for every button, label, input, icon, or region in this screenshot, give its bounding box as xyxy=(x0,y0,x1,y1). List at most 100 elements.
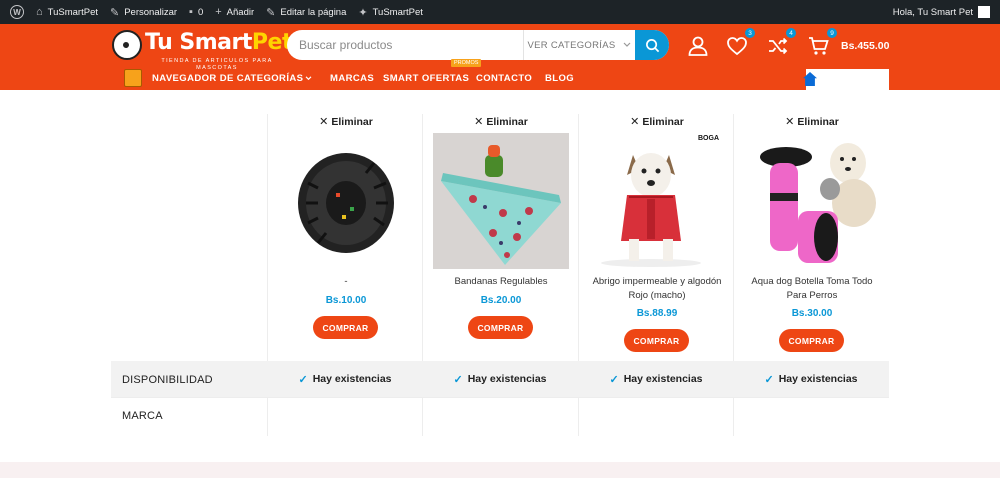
close-icon: ✕ xyxy=(785,116,795,128)
avatar xyxy=(978,6,990,18)
wishlist-count-badge: 3 xyxy=(745,28,755,38)
wordpress-menu[interactable]: W xyxy=(0,0,30,24)
pencil-icon: ✎ xyxy=(266,6,276,19)
wishlist-button[interactable]: 3 xyxy=(725,28,755,58)
check-icon: ✓ xyxy=(453,373,463,386)
buy-button[interactable]: COMPRAR xyxy=(468,316,533,339)
logo-name-part2: Pet xyxy=(251,30,293,55)
nav-link-contacto[interactable]: CONTACTO xyxy=(476,73,532,84)
comment-icon: ▪ xyxy=(189,6,193,18)
dog-raincoat-image xyxy=(589,133,725,269)
product-price: Bs.30.00 xyxy=(791,308,833,319)
shuffle-icon xyxy=(769,37,788,55)
search-input[interactable] xyxy=(287,30,523,60)
product-image-raincoat[interactable]: BOGA xyxy=(589,133,725,269)
site-name-link[interactable]: ⌂ TuSmartPet xyxy=(30,0,104,24)
search-button[interactable] xyxy=(635,30,669,60)
product-name[interactable]: - xyxy=(276,275,416,289)
brand-row-label: MARCA xyxy=(122,410,163,422)
account-button[interactable] xyxy=(686,34,710,58)
comments-link[interactable]: ▪ 0 xyxy=(183,0,209,24)
availability-cell: ✓ Hay existencias xyxy=(733,361,889,397)
bandana-image xyxy=(433,133,569,269)
remove-label: Eliminar xyxy=(797,116,839,128)
availability-cell: ✓ Hay existencias xyxy=(267,361,423,397)
plugin-link[interactable]: ✦ TuSmartPet xyxy=(352,0,429,24)
plus-icon: + xyxy=(215,6,222,18)
categories-label: NAVEGADOR DE CATEGORÍAS xyxy=(152,72,304,84)
remove-button[interactable]: ✕ Eliminar xyxy=(579,115,735,128)
remove-button[interactable]: ✕ Eliminar xyxy=(268,115,424,128)
remove-button[interactable]: ✕ Eliminar xyxy=(734,115,890,128)
wordpress-logo-icon: W xyxy=(10,5,24,19)
buy-button[interactable]: COMPRAR xyxy=(313,316,378,339)
product-price: Bs.88.99 xyxy=(636,308,678,319)
product-image-bandana[interactable] xyxy=(433,133,569,269)
buy-button[interactable]: COMPRAR xyxy=(624,329,689,352)
compare-table: ✕ Eliminar - Bs.10.00 COMPRAR ✕ Eliminar… xyxy=(0,90,1000,462)
water-bottle-image xyxy=(744,133,880,269)
remove-label: Eliminar xyxy=(331,116,373,128)
site-header: Tu SmartPet TIENDA DE ARTICULOS PARA MAS… xyxy=(0,24,1000,93)
user-icon xyxy=(688,36,708,56)
product-name[interactable]: Abrigo impermeable y algodón Rojo (macho… xyxy=(587,275,727,302)
availability-row-label: DISPONIBILIDAD xyxy=(122,374,213,386)
brush-icon: ✎ xyxy=(110,6,120,19)
cart-count-badge: 9 xyxy=(827,28,837,38)
chevron-down-icon xyxy=(624,42,631,47)
availability-cell: ✓ Hay existencias xyxy=(422,361,578,397)
puzzle-icon: ✦ xyxy=(358,6,368,19)
dog-logo-icon xyxy=(112,30,142,60)
category-select[interactable]: VER CATEGORÍAS xyxy=(523,30,635,60)
row-divider xyxy=(111,397,889,398)
check-icon: ✓ xyxy=(298,373,308,386)
availability-cell: ✓ Hay existencias xyxy=(578,361,734,397)
close-icon: ✕ xyxy=(630,116,640,128)
heart-icon xyxy=(727,37,747,56)
promo-badge: PROMOS xyxy=(451,59,482,67)
product-image-water-bottle[interactable] xyxy=(744,133,880,269)
customize-label: Personalizar xyxy=(124,6,178,18)
remove-label: Eliminar xyxy=(642,116,684,128)
account-menu[interactable]: Hola, Tu Smart Pet xyxy=(893,6,1000,18)
availability-value: Hay existencias xyxy=(778,373,858,385)
availability-value: Hay existencias xyxy=(467,373,547,385)
logo-name-part1: Tu Smart xyxy=(145,30,252,55)
home-icon xyxy=(803,72,817,86)
home-icon: ⌂ xyxy=(36,6,43,18)
comments-count: 0 xyxy=(197,6,204,18)
add-new-link[interactable]: + Añadir xyxy=(209,0,260,24)
remove-label: Eliminar xyxy=(486,116,528,128)
tire-toy-image xyxy=(278,133,414,269)
edit-page-link[interactable]: ✎ Editar la página xyxy=(260,0,352,24)
categories-menu[interactable]: NAVEGADOR DE CATEGORÍAS xyxy=(124,69,312,87)
customize-link[interactable]: ✎ Personalizar xyxy=(104,0,183,24)
logo-wordmark: Tu SmartPet xyxy=(145,30,292,55)
product-name[interactable]: Bandanas Regulables xyxy=(431,275,571,289)
availability-value: Hay existencias xyxy=(623,373,703,385)
nav-link-smart-ofertas[interactable]: SMART OFERTAS xyxy=(383,73,469,84)
nav-link-marcas[interactable]: MARCAS xyxy=(330,73,374,84)
main-nav: NAVEGADOR DE CATEGORÍAS MARCAS SMART OFE… xyxy=(0,59,1000,93)
greeting-label: Hola, Tu Smart Pet xyxy=(892,6,973,18)
cart-button[interactable]: 9 xyxy=(807,28,837,58)
buy-button[interactable]: COMPRAR xyxy=(779,329,844,352)
brand-stamp: BOGA xyxy=(698,135,719,142)
search-icon xyxy=(645,38,659,52)
availability-value: Hay existencias xyxy=(312,373,392,385)
product-name[interactable]: Aqua dog Botella Toma Todo Para Perros xyxy=(742,275,882,302)
search-bar: VER CATEGORÍAS xyxy=(287,30,669,60)
page-background: ✕ Eliminar - Bs.10.00 COMPRAR ✕ Eliminar… xyxy=(0,90,1000,478)
product-price: Bs.10.00 xyxy=(325,295,367,306)
site-logo[interactable]: Tu SmartPet TIENDA DE ARTICULOS PARA MAS… xyxy=(112,30,292,71)
compare-button[interactable]: 4 xyxy=(766,28,796,58)
close-icon: ✕ xyxy=(319,116,329,128)
remove-button[interactable]: ✕ Eliminar xyxy=(423,115,579,128)
product-image-tire-toy[interactable] xyxy=(278,133,414,269)
plugin-label: TuSmartPet xyxy=(372,6,423,18)
compare-count-badge: 4 xyxy=(786,28,796,38)
site-name-label: TuSmartPet xyxy=(47,6,98,18)
nav-link-blog[interactable]: BLOG xyxy=(545,73,574,84)
category-icon xyxy=(124,69,142,87)
cart-total[interactable]: Bs.455.00 xyxy=(841,40,889,52)
